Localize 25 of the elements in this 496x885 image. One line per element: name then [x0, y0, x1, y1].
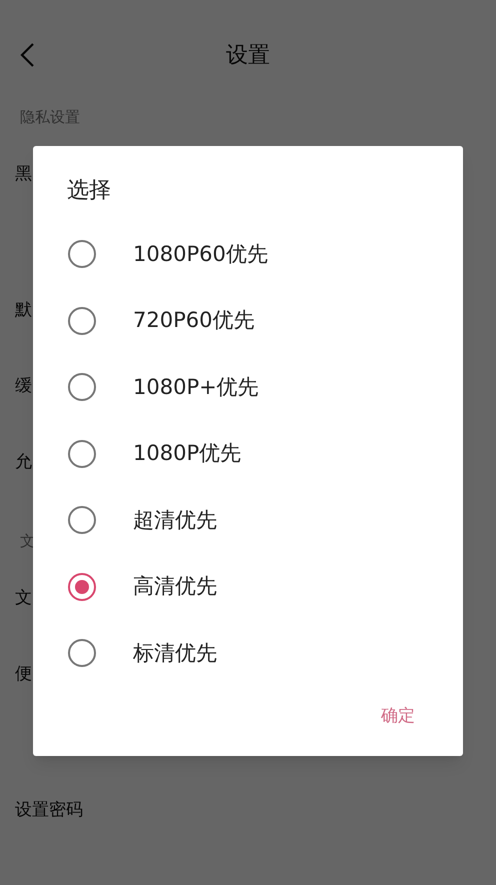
settings-item[interactable]: 缓	[15, 374, 32, 400]
radio-button[interactable]	[68, 373, 96, 402]
radio-option[interactable]: 1080P60优先	[33, 221, 463, 288]
settings-item[interactable]: 便	[15, 662, 32, 688]
radio-option[interactable]: 720P60优先	[33, 288, 463, 354]
settings-item[interactable]: 允	[15, 450, 32, 476]
radio-button[interactable]	[68, 506, 96, 534]
radio-option[interactable]: 1080P+优先	[33, 354, 463, 420]
radio-button[interactable]	[68, 572, 96, 601]
radio-button[interactable]	[68, 240, 96, 268]
settings-item[interactable]: 文	[15, 586, 32, 612]
settings-item[interactable]: 默	[15, 298, 32, 324]
radio-option[interactable]: 标清优先	[33, 620, 463, 686]
page-title: 设置	[226, 42, 270, 70]
dialog-title: 选择	[66, 176, 111, 204]
radio-button[interactable]	[68, 440, 96, 468]
radio-option[interactable]: 超清优先	[33, 487, 463, 554]
radio-option[interactable]: 高清优先	[33, 554, 463, 620]
radio-button[interactable]	[68, 306, 96, 335]
confirm-button[interactable]: 确定	[373, 700, 423, 734]
radio-button[interactable]	[68, 639, 96, 668]
back-icon[interactable]	[19, 42, 35, 68]
settings-item[interactable]: 黑	[15, 162, 32, 188]
radio-option[interactable]: 1080P优先	[33, 420, 463, 487]
settings-item[interactable]: 设置密码	[15, 798, 83, 824]
